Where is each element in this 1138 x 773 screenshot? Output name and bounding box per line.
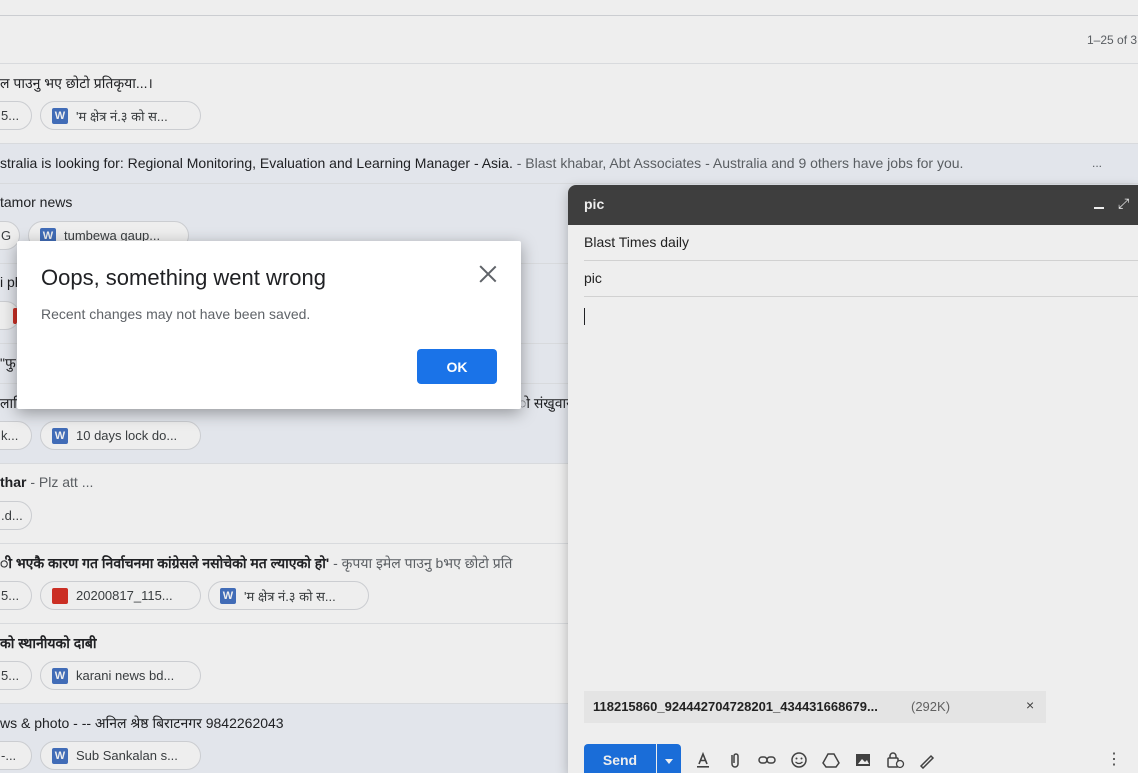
subject-field[interactable]: pic	[584, 261, 1138, 297]
fullscreen-icon[interactable]: ⤢	[1118, 195, 1129, 212]
attach-file-icon[interactable]	[724, 749, 746, 771]
text-cursor	[584, 308, 585, 325]
more-options-icon[interactable]: ⋮	[1106, 749, 1122, 771]
insert-link-icon[interactable]	[756, 749, 778, 771]
format-text-icon[interactable]	[692, 749, 714, 771]
send-options-button[interactable]	[657, 744, 681, 773]
minimize-icon[interactable]	[1094, 195, 1106, 211]
attachment-name: 118215860_924442704728201_434431668679..…	[593, 699, 878, 714]
compose-header[interactable]: pic ⤢	[568, 185, 1138, 225]
remove-attachment-icon[interactable]: ×	[1026, 697, 1034, 713]
attachment-item[interactable]: 118215860_924442704728201_434431668679..…	[584, 691, 1046, 723]
error-dialog: Oops, something went wrong Recent change…	[17, 241, 521, 409]
dialog-title: Oops, something went wrong	[41, 265, 326, 290]
emoji-icon[interactable]	[788, 749, 810, 771]
dialog-message: Recent changes may not have been saved.	[41, 306, 311, 322]
close-icon[interactable]	[477, 263, 499, 285]
recipient-chip: Blast Times daily	[584, 234, 690, 250]
drive-icon[interactable]	[820, 749, 842, 771]
subject-value: pic	[584, 270, 602, 286]
compose-title: pic	[584, 196, 605, 212]
insert-photo-icon[interactable]	[852, 749, 874, 771]
signature-icon[interactable]	[916, 749, 938, 771]
message-body[interactable]	[584, 305, 1124, 685]
attachment-size: (292K)	[911, 699, 951, 714]
recipients-field[interactable]: Blast Times daily	[584, 225, 1138, 261]
compose-window: pic ⤢ Blast Times daily pic 118215860_92…	[568, 185, 1138, 773]
send-button[interactable]: Send	[584, 744, 656, 773]
confidential-mode-icon[interactable]	[884, 749, 906, 771]
ok-button[interactable]: OK	[417, 349, 497, 384]
